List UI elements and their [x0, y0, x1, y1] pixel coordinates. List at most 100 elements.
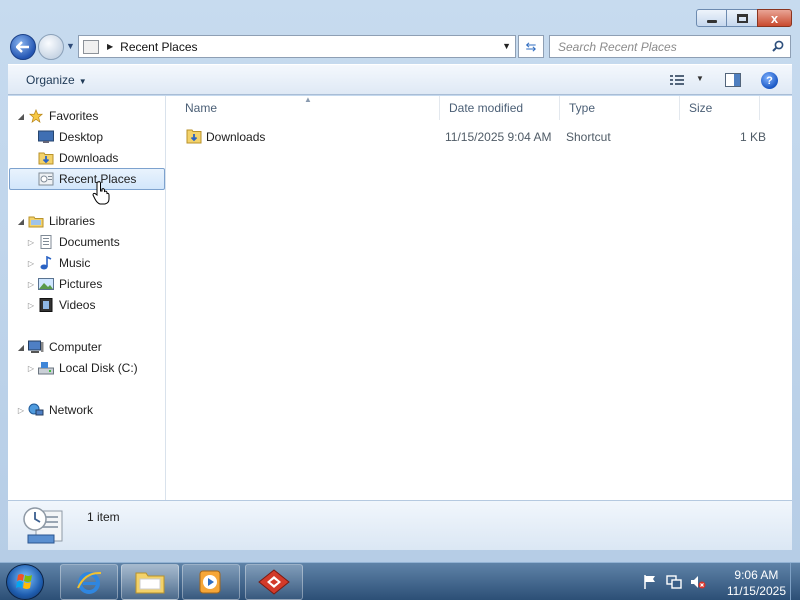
back-button[interactable] — [10, 34, 36, 60]
notification-area: 9:06 AM 11/15/2025 — [630, 563, 800, 600]
column-header-date-modified[interactable]: Date modified — [440, 96, 560, 120]
nav-item-computer[interactable]: ◢ Computer — [16, 337, 102, 357]
address-bar[interactable]: ▶ Recent Places ▼ — [78, 35, 516, 58]
more-views-dropdown-icon[interactable]: ▼ — [696, 74, 704, 83]
music-note-icon — [40, 256, 52, 270]
navigation-pane[interactable]: ◢ Favorites Desktop Downloads Recent Pla… — [8, 96, 166, 500]
close-icon: x — [770, 10, 779, 26]
caption-buttons: x — [696, 9, 792, 27]
nav-item-libraries[interactable]: ◢ Libraries — [16, 211, 95, 231]
column-header-label: Size — [689, 101, 713, 115]
mouse-pointer-icon — [92, 181, 110, 205]
column-header-label: Date modified — [449, 101, 524, 115]
collapsed-arrow-icon[interactable]: ▷ — [26, 364, 36, 373]
recent-places-icon — [83, 39, 99, 54]
collapsed-arrow-icon[interactable]: ▷ — [16, 406, 26, 415]
recent-places-large-icon — [23, 507, 63, 544]
address-dropdown-icon[interactable]: ▼ — [502, 41, 511, 51]
command-bar: Organize ▼ ▼ ? — [8, 64, 792, 95]
recent-places-icon — [38, 172, 54, 186]
recent-pages-dropdown-icon[interactable]: ▼ — [66, 41, 75, 51]
taskbar-internet-explorer[interactable] — [60, 564, 118, 600]
help-icon[interactable]: ? — [761, 72, 778, 89]
libraries-icon — [28, 216, 44, 228]
nav-label: Favorites — [49, 109, 99, 123]
taskbar-windows-explorer[interactable] — [121, 564, 179, 600]
breadcrumb-arrow-icon[interactable]: ▶ — [107, 42, 113, 51]
collapsed-arrow-icon[interactable]: ▷ — [26, 238, 36, 247]
search-input[interactable]: Search Recent Places — [549, 35, 791, 58]
nav-label: Pictures — [59, 277, 103, 291]
system-clock[interactable]: 9:06 AM 11/15/2025 — [727, 567, 786, 599]
explorer-window: x ▼ ▶ Recent Places ▼ ⇆ Search Recent Pl… — [0, 0, 800, 562]
network-tray-icon[interactable] — [666, 574, 682, 590]
show-desktop-button[interactable] — [790, 563, 800, 600]
search-icon[interactable] — [772, 40, 784, 52]
preview-pane-icon[interactable] — [725, 73, 741, 87]
nav-label: Computer — [49, 340, 102, 354]
column-header-size[interactable]: Size — [680, 96, 760, 120]
nav-label: Libraries — [49, 214, 96, 228]
nav-item-local-disk[interactable]: ▷ Local Disk (C:) — [26, 358, 138, 378]
collapsed-arrow-icon[interactable]: ▷ — [26, 280, 36, 289]
minimize-button[interactable] — [696, 9, 727, 27]
expand-arrow-icon[interactable]: ◢ — [16, 343, 26, 352]
content-area: ◢ Favorites Desktop Downloads Recent Pla… — [8, 95, 792, 500]
media-player-icon — [199, 570, 221, 594]
nav-label: Desktop — [59, 130, 104, 144]
nav-item-music[interactable]: ▷ Music — [26, 253, 90, 273]
file-name: Downloads — [206, 130, 266, 144]
nav-item-recent-places[interactable]: Recent Places — [9, 168, 165, 190]
refresh-button[interactable]: ⇆ — [518, 35, 544, 58]
taskbar-media-player[interactable] — [182, 564, 240, 600]
taskbar-red-app[interactable] — [245, 564, 303, 600]
table-row[interactable]: Downloads 11/15/2025 9:04 AM Shortcut 1 … — [182, 127, 772, 147]
forward-button[interactable] — [38, 34, 64, 60]
organize-button[interactable]: Organize ▼ — [26, 73, 87, 87]
nav-item-pictures[interactable]: ▷ Pictures — [26, 274, 102, 294]
organize-dropdown-icon: ▼ — [78, 77, 87, 86]
folder-icon — [135, 572, 165, 594]
taskbar: 9:06 AM 11/15/2025 — [0, 562, 800, 600]
file-size: 1 KB — [739, 130, 766, 144]
file-list[interactable]: ▲ Name Date modified Type Size Downloads… — [168, 95, 792, 500]
back-arrow-icon — [16, 41, 29, 53]
change-view-icon[interactable] — [670, 74, 684, 86]
file-type: Shortcut — [566, 130, 611, 144]
nav-item-downloads[interactable]: Downloads — [36, 148, 118, 168]
collapsed-arrow-icon[interactable]: ▷ — [26, 259, 36, 268]
nav-item-favorites[interactable]: ◢ Favorites — [16, 106, 98, 126]
documents-icon — [40, 235, 52, 249]
expand-arrow-icon[interactable]: ◢ — [16, 217, 26, 226]
clock-date: 11/15/2025 — [726, 584, 786, 598]
videos-icon — [39, 298, 53, 312]
maximize-button[interactable] — [726, 9, 758, 27]
collapsed-arrow-icon[interactable]: ▷ — [26, 301, 36, 310]
search-placeholder: Search Recent Places — [558, 40, 677, 54]
expand-arrow-icon[interactable]: ◢ — [16, 112, 26, 121]
start-button[interactable] — [6, 564, 44, 600]
internet-explorer-icon — [77, 571, 102, 594]
downloads-folder-icon — [38, 152, 54, 165]
action-center-flag-icon[interactable] — [642, 574, 658, 590]
file-date-modified: 11/15/2025 9:04 AM — [445, 130, 552, 144]
column-header-label: Name — [185, 101, 218, 115]
navigation-row: ▼ ▶ Recent Places ▼ ⇆ Search Recent Plac… — [0, 30, 800, 64]
downloads-folder-icon — [186, 129, 202, 144]
nav-item-network[interactable]: ▷ Network — [16, 400, 93, 420]
star-icon — [28, 109, 44, 123]
nav-item-videos[interactable]: ▷ Videos — [26, 295, 95, 315]
nav-item-desktop[interactable]: Desktop — [36, 127, 103, 147]
volume-muted-icon[interactable] — [690, 574, 706, 590]
pictures-icon — [38, 278, 54, 290]
close-button[interactable]: x — [757, 9, 792, 27]
title-bar[interactable]: x — [0, 0, 800, 30]
desktop-icon — [38, 130, 54, 143]
computer-icon — [28, 340, 44, 353]
column-header-name[interactable]: Name — [176, 96, 440, 120]
nav-item-documents[interactable]: ▷ Documents — [26, 232, 120, 252]
maximize-icon — [736, 13, 748, 23]
details-pane: 1 item — [8, 500, 792, 550]
column-header-type[interactable]: Type — [560, 96, 680, 120]
breadcrumb-recent-places[interactable]: Recent Places — [120, 40, 197, 54]
